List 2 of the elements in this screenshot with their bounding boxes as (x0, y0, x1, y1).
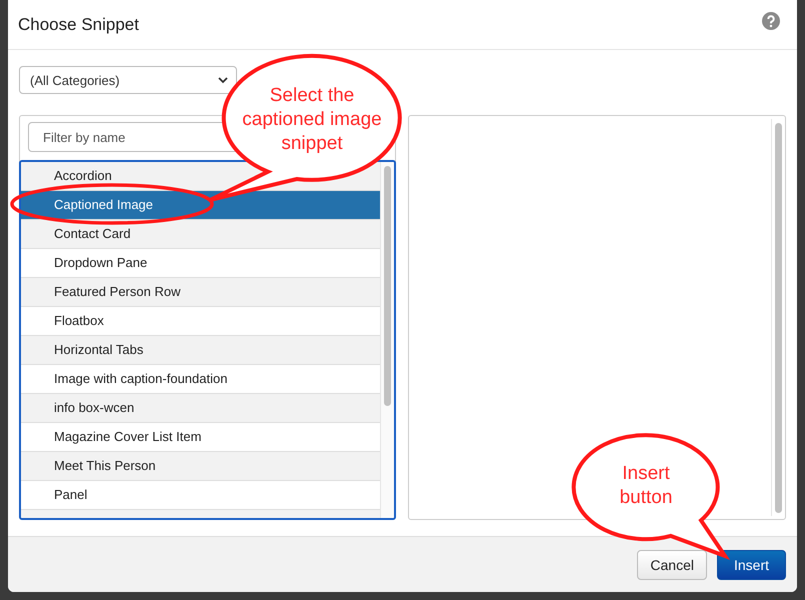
dialog-title: Choose Snippet (18, 14, 139, 34)
annotation-text: Insert button (618, 462, 674, 510)
